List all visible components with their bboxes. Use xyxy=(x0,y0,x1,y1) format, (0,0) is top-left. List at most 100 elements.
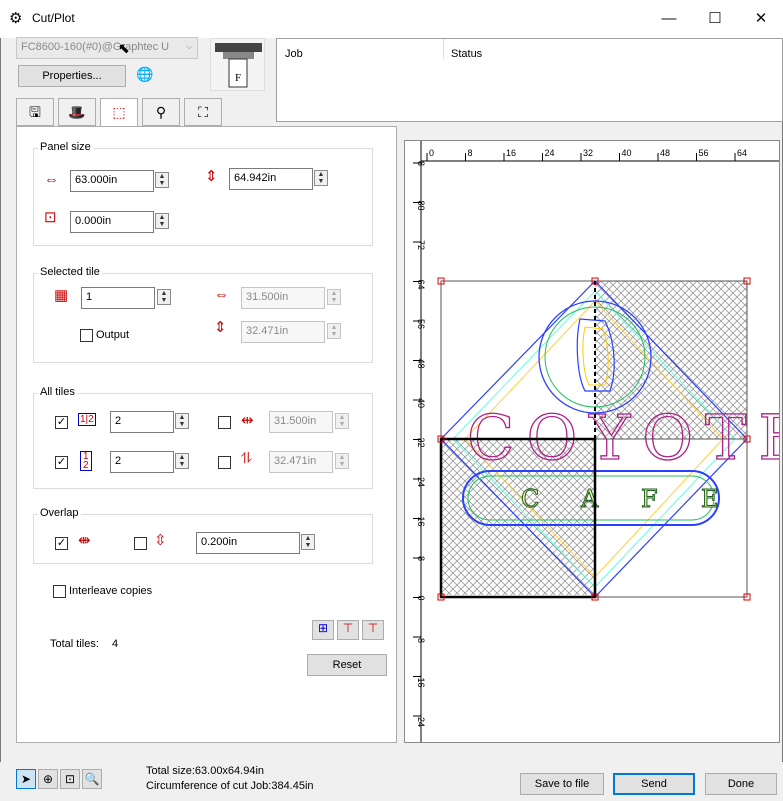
overlap-horizontal-icon: ⇼ xyxy=(78,532,91,549)
left-ruler-label: 80 xyxy=(416,201,426,211)
tile-height-checkbox[interactable] xyxy=(218,456,231,469)
device-select[interactable]: FC8600-160(#0)@Graphtec U xyxy=(16,37,198,59)
panel-height-spinner[interactable]: ▲ ▼ xyxy=(314,170,328,186)
left-ruler-label: -16 xyxy=(416,675,426,688)
all-tiles-height-input: 32.471in xyxy=(269,451,333,473)
overlap-horizontal-checkbox[interactable]: ✓ xyxy=(55,537,68,550)
tab-tiling[interactable]: ⬚ xyxy=(100,98,138,128)
left-ruler-label: 72 xyxy=(416,240,426,250)
panel-margin-spinner[interactable]: ▲ ▼ xyxy=(155,213,169,229)
maximize-button[interactable]: ☐ xyxy=(692,0,738,38)
job-column-header[interactable]: Job xyxy=(285,48,303,60)
interleave-checkbox[interactable] xyxy=(53,585,66,598)
columns-value: 2 xyxy=(115,415,122,427)
panel-height-input[interactable]: 64.942in xyxy=(229,168,313,190)
tile-height-input: 32.471in xyxy=(241,321,325,343)
preview-canvas[interactable]: 0 8 16 24 32 40 48 56 64 880726456484032241680-8… xyxy=(405,141,783,742)
selected-tile-input[interactable]: 1 xyxy=(81,287,155,309)
top-ruler-label: 32 xyxy=(583,148,593,158)
zoom-in-button[interactable]: ⊕ xyxy=(38,769,58,789)
top-ruler-label: 0 xyxy=(429,148,434,158)
selected-tile-spinner[interactable]: ▲ ▼ xyxy=(157,289,171,305)
overlap-value: 0.200in xyxy=(201,536,238,548)
panel-width-spinner[interactable]: ▲ ▼ xyxy=(155,172,169,188)
width-icon: ⇹ xyxy=(241,412,254,429)
left-ruler-label: 0 xyxy=(416,596,426,601)
reset-button[interactable]: Reset xyxy=(307,654,387,676)
margin-icon: ⊡ xyxy=(44,209,57,226)
overlap-vertical-icon: ⇳ xyxy=(154,532,167,549)
output-label: Output xyxy=(96,329,130,341)
tiling-icon: ⬚ xyxy=(112,104,126,120)
output-checkbox[interactable] xyxy=(80,329,93,342)
tile-width-value: 31.500in xyxy=(246,291,289,303)
panel-margin-input[interactable]: 0.000in xyxy=(70,211,154,233)
columns-icon: 1|2 xyxy=(78,413,96,426)
width-arrows-icon: ⇔ xyxy=(44,171,59,188)
cafe-letter: F xyxy=(641,485,658,513)
window-title: Cut/Plot xyxy=(32,11,75,25)
overlap-vertical-checkbox[interactable] xyxy=(134,537,147,550)
rows-spinner[interactable]: ▲ ▼ xyxy=(175,453,189,469)
left-ruler-label: 64 xyxy=(416,280,426,290)
send-label: Send xyxy=(641,778,667,790)
left-ruler-label: -24 xyxy=(416,714,426,727)
properties-label: Properties... xyxy=(42,70,102,82)
overlap-input[interactable]: 0.200in xyxy=(196,532,300,554)
columns-input[interactable]: 2 xyxy=(110,411,174,433)
zoom-fit-button[interactable]: ⊡ xyxy=(60,769,80,789)
tile-height-spinner: ▲ ▼ xyxy=(327,323,341,339)
height-icon: ⥮ xyxy=(241,450,252,467)
selected-tile-value: 1 xyxy=(86,291,93,303)
all-tiles-height-spinner: ▲ ▼ xyxy=(335,453,349,469)
device-select-value: FC8600-160(#0)@Graphtec U xyxy=(21,41,170,53)
tab-media[interactable]: 🎩 xyxy=(58,98,96,126)
height-arrows-icon: ⇕ xyxy=(205,168,218,185)
columns-checkbox[interactable]: ✓ xyxy=(55,416,68,429)
rows-value: 2 xyxy=(115,455,122,467)
left-ruler-label: 32 xyxy=(416,438,426,448)
send-button[interactable]: Send xyxy=(613,773,695,795)
zoom-page-button[interactable]: 🔍 xyxy=(82,769,102,789)
column-divider xyxy=(443,39,444,59)
tile-move-right-button[interactable]: ⊤ xyxy=(362,620,384,640)
tile-height-value: 32.471in xyxy=(246,325,289,337)
tile-layout-button[interactable]: ⊞ xyxy=(312,620,334,640)
tile-height-icon: ⇕ xyxy=(214,319,227,336)
cafe-letter: E xyxy=(701,485,719,513)
tile-width-checkbox[interactable] xyxy=(218,416,231,429)
coyote-text: COYOTE xyxy=(467,401,779,474)
save-to-file-button[interactable]: Save to file xyxy=(520,773,604,795)
overlap-spinner[interactable]: ▲ ▼ xyxy=(301,534,315,550)
tile-width-spinner: ▲ ▼ xyxy=(327,289,341,305)
panel-width-input[interactable]: 63.000in xyxy=(70,170,154,192)
save-to-file-label: Save to file xyxy=(534,778,590,790)
top-ruler-label: 48 xyxy=(660,148,670,158)
done-button[interactable]: Done xyxy=(705,773,777,795)
overlap-label: Overlap xyxy=(38,507,81,519)
rows-input[interactable]: 2 xyxy=(110,451,174,473)
media-icon: 🎩 xyxy=(68,104,86,120)
tile-move-left-button[interactable]: ⊤ xyxy=(337,620,359,640)
title-bar: ⚙ Cut/Plot — ☐ ✕ xyxy=(0,0,783,38)
tab-marks[interactable]: ⛶ xyxy=(184,98,222,126)
all-tiles-width-value: 31.500in xyxy=(274,415,317,427)
panel-margin-value: 0.000in xyxy=(75,215,112,227)
minimize-button[interactable]: — xyxy=(646,0,692,38)
all-tiles-label: All tiles xyxy=(38,386,77,398)
left-ruler-label: 8 xyxy=(416,161,426,166)
tab-plot[interactable]: 🖫 xyxy=(16,98,54,126)
top-ruler-label: 56 xyxy=(699,148,709,158)
status-column-header[interactable]: Status xyxy=(451,48,482,60)
tile-width-input: 31.500in xyxy=(241,287,325,309)
close-button[interactable]: ✕ xyxy=(738,0,783,38)
properties-button[interactable]: Properties... xyxy=(18,65,126,87)
pointer-tool-button[interactable]: ➤ xyxy=(16,769,36,789)
columns-spinner[interactable]: ▲ ▼ xyxy=(175,413,189,429)
chevron-down-icon[interactable]: ⌵ xyxy=(186,41,193,52)
rows-checkbox[interactable]: ✓ xyxy=(55,456,68,469)
tab-tool[interactable]: ⚲ xyxy=(142,98,180,126)
svg-text:F: F xyxy=(235,72,241,84)
tile-preview[interactable]: 0 8 16 24 32 40 48 56 64 8 80 72 64 56 48 40 32 24 16 8 0 -8… xyxy=(404,140,783,743)
job-list[interactable]: Job Status xyxy=(276,38,783,122)
